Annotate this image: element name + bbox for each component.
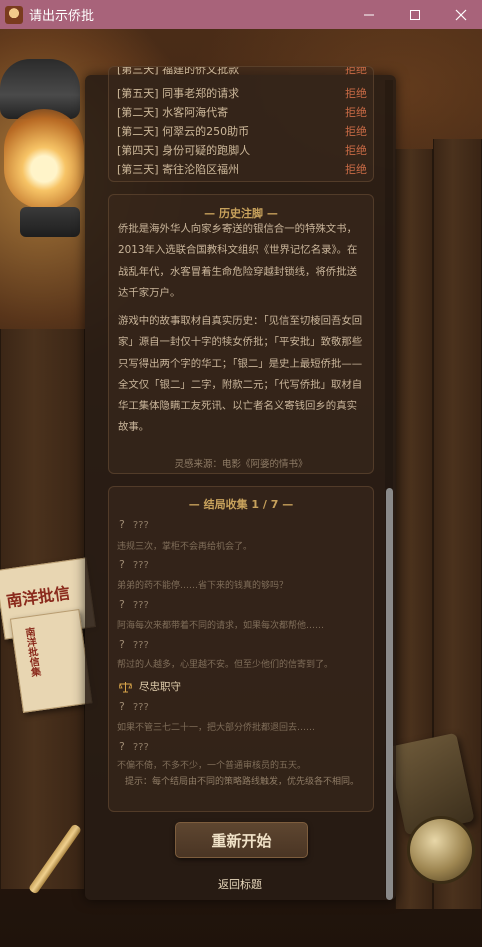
locked-ending-label: ??? [132,742,149,753]
locked-ending-label: ??? [132,600,149,611]
endings-title: — 结局收集 1 / 7 — [188,498,294,511]
ending-hint: 弟弟的药不能停……省下来的钱真的够吗？ [117,581,289,591]
rejection-status: 拒绝 [345,106,367,119]
letter-title: 南洋批信 [5,583,72,611]
history-source: 灵感来源：电影《阿婆的情书》 [174,459,308,470]
rejection-status: 拒绝 [345,87,367,100]
maximize-button[interactable] [392,0,438,29]
close-icon [455,9,467,20]
locked-ending: ???? [119,598,149,611]
rejection-label: [第四天] 身份可疑的跑脚人 [117,144,251,157]
back-to-title-button[interactable]: 返回标题 [190,876,290,894]
list-item: [第五天] 同事老郑的请求 拒绝 [117,83,367,102]
locked-ending-label: ??? [132,702,149,713]
endings-tip: 提示：每个结局由不同的策略路线触发，优先级各不相同。 [124,777,359,787]
question-mark-icon: ? [119,558,125,571]
rejection-label: [第二天] 水客阿海代寄 [117,106,229,119]
close-button[interactable] [438,0,482,29]
rejection-status: 拒绝 [345,125,367,138]
list-item: [第四天] 身份可疑的跑脚人 拒绝 [117,140,367,159]
maximize-icon [410,9,420,20]
rejection-list-card: [第三天] 福建的侨文批款 拒绝 [第五天] 同事老郑的请求 拒绝 [第二天] … [108,66,374,182]
ending-hint: 违规三次，掌柜不会再给机会了。 [117,542,253,552]
rejection-status: 拒绝 [345,163,367,176]
minimize-icon [364,14,374,15]
rejection-status: 拒绝 [345,144,367,157]
rejection-label: [第三天] 寄往沦陷区福州 [117,163,240,176]
history-paragraph-1: 侨批是海外华人向家乡寄送的银信合一的特殊文书，2013年入选联合国教科文组织《世… [118,223,358,299]
restart-button[interactable]: 重新开始 [175,822,308,858]
unlocked-ending: 尽忠职守 [119,679,181,694]
locked-ending: ???? [119,740,149,753]
locked-ending: ???? [119,518,149,531]
rejection-label: [第三天] 福建的侨文批款 [117,66,240,76]
list-item: [第三天] 寄往沦陷区福州 拒绝 [117,159,367,178]
list-item: [第二天] 何翠云的250助币 拒绝 [117,121,367,140]
question-mark-icon: ? [119,638,125,651]
ending-hint: 帮过的人越多，心里越不安。但至少他们的信寄到了。 [117,660,334,670]
unlocked-ending-label: 尽忠职守 [139,681,181,693]
question-mark-icon: ? [119,740,125,753]
rejection-label: [第五天] 同事老郑的请求 [117,87,240,100]
minimize-button[interactable] [346,0,392,29]
question-mark-icon: ? [119,700,125,713]
question-mark-icon: ? [119,518,125,531]
locked-ending: ???? [119,700,149,713]
locked-ending-label: ??? [132,520,149,531]
letter-subtitle: 南洋批信集 [22,626,41,678]
scrollbar-thumb[interactable] [386,488,393,900]
history-paragraph-2: 游戏中的故事取材自真实历史：「见信至切棱回吾女回家」源自一封仅十字的犊女侨批；「… [118,315,363,434]
locked-ending-label: ??? [132,640,149,651]
list-item: [第二天] 水客阿海代寄 拒绝 [117,102,367,121]
rejection-label: [第二天] 何翠云的250助币 [117,125,250,138]
rejection-status: 拒绝 [345,66,367,76]
app-icon [5,5,23,24]
window-titlebar: 请出示侨批 [0,0,482,29]
ending-hint: 如果不管三七二十一，把大部分侨批都退回去…… [117,723,316,733]
history-note-card: — 历史注脚 — 侨批是海外华人向家乡寄送的银信合一的特殊文书，2013年入选联… [108,194,374,474]
window-title: 请出示侨批 [29,9,95,24]
locked-ending: ???? [119,558,149,571]
locked-ending-label: ??? [132,560,149,571]
oil-lamp-illustration [0,39,95,237]
ending-hint: 阿海每次来都带着不同的请求，如果每次都帮他…… [117,621,325,631]
magnifier-illustration [410,819,472,881]
ending-collection-card: — 结局收集 1 / 7 — ???? 违规三次，掌柜不会再给机会了。 ????… [108,486,374,812]
scales-icon [119,681,132,692]
list-item: [第三天] 福建的侨文批款 拒绝 [117,66,367,78]
ending-hint: 不偏不倚，不多不少，一个普通审核员的五天。 [117,761,307,771]
question-mark-icon: ? [119,598,125,611]
locked-ending: ???? [119,638,149,651]
